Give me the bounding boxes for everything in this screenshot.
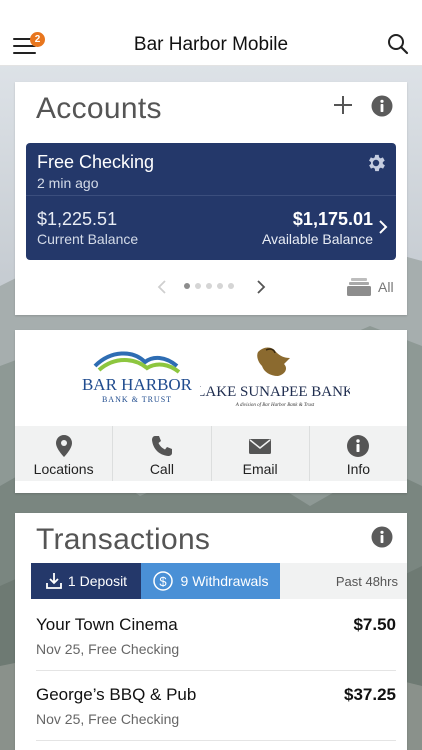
chevron-right-icon[interactable] [378,219,388,235]
call-label: Call [149,461,174,477]
divider [26,195,396,196]
tab-withdrawals-label: 9 Withdrawals [180,573,269,589]
pager-next-button[interactable] [255,279,267,295]
all-accounts-label: All [378,279,394,295]
email-button[interactable]: Email [212,426,310,481]
tab-withdrawals[interactable]: $ 9 Withdrawals [141,563,280,599]
accounts-title: Accounts [36,92,162,125]
account-tile-free-checking[interactable]: Free Checking 2 min ago $1,225.51 Curren… [26,143,396,260]
svg-text:BANK & TRUST: BANK & TRUST [102,395,172,404]
contact-row: Locations Call Email Info [15,426,407,481]
svg-text:$: $ [159,574,167,589]
download-tray-icon [46,573,62,589]
call-button[interactable]: Call [113,426,212,481]
pager-dot[interactable] [184,283,190,289]
dollar-circle-icon: $ [152,571,173,591]
transactions-info-button[interactable] [371,526,393,548]
stacked-cards-icon [347,278,371,296]
phone-icon [151,436,172,456]
transactions-card: Transactions 1 Deposit $ 9 Withdrawals P… [15,513,407,750]
accounts-info-button[interactable] [371,95,393,117]
account-updated-time: 2 min ago [37,175,99,191]
app-title: Bar Harbor Mobile [133,34,289,55]
chevron-right-icon [257,280,266,294]
transaction-name: Your Town Cinema [36,615,178,634]
search-icon [388,34,409,55]
tab-deposits[interactable]: 1 Deposit [31,563,141,599]
info-icon [371,95,393,117]
search-button[interactable] [386,32,410,56]
info-icon [371,526,393,548]
svg-text:BAR HARBOR: BAR HARBOR [82,375,193,394]
pager-dot[interactable] [206,283,212,289]
info-icon [347,435,370,457]
app-header: 2 Bar Harbor Mobile [0,0,422,66]
transaction-row[interactable]: George’s BBQ & Pub $37.25 Nov 25, Free C… [15,671,407,741]
bar-harbor-bank-logo: BAR HARBOR BANK & TRUST [82,351,193,404]
available-balance-label: Available Balance [261,231,373,247]
tab-deposits-label: 1 Deposit [67,573,128,589]
transaction-name: George’s BBQ & Pub [36,685,197,704]
gear-icon [369,154,385,172]
divider [36,740,396,741]
transaction-filter-tabs: 1 Deposit $ 9 Withdrawals Past 48hrs [31,563,407,599]
chevron-left-icon [157,280,166,294]
account-name: Free Checking [37,152,155,172]
svg-text:LAKE SUNAPEE BANK: LAKE SUNAPEE BANK [200,384,350,400]
pager-previous-button[interactable] [156,279,168,295]
transactions-title: Transactions [36,523,211,556]
lake-sunapee-bank-logo: LAKE SUNAPEE BANK A division of Bar Harb… [200,347,350,408]
pager-dot[interactable] [228,283,234,289]
pager-dots [184,283,234,291]
transaction-detail: Nov 25, Free Checking [36,711,180,727]
locations-button[interactable]: Locations [15,426,114,481]
current-balance-amount: $1,225.51 [37,209,118,229]
envelope-icon [249,439,272,454]
add-account-button[interactable] [331,93,355,117]
current-balance-label: Current Balance [37,231,139,247]
transaction-amount: $37.25 [344,685,396,704]
svg-text:A division of Bar Harbor Bank: A division of Bar Harbor Bank & Trust [235,403,315,408]
locations-label: Locations [33,461,94,477]
account-settings-button[interactable] [365,152,387,174]
plus-icon [334,96,352,114]
info-button[interactable]: Info [310,426,407,481]
all-accounts-button[interactable]: All [347,277,394,297]
available-balance-amount: $1,175.01 [292,209,373,229]
bank-card: BAR HARBOR BANK & TRUST LAKE SUNAPEE BAN… [15,330,407,493]
map-pin-icon [55,435,72,457]
period-filter: Past 48hrs [280,563,407,599]
transaction-row[interactable]: Your Town Cinema $7.50 Nov 25, Free Chec… [15,601,407,671]
account-tile-header: Free Checking 2 min ago [26,143,396,195]
email-label: Email [242,461,278,477]
transaction-amount: $7.50 [353,615,396,634]
accounts-card: Accounts Free Checking 2 min ago $1,225.… [15,82,407,315]
pager-dot[interactable] [217,283,223,289]
info-label: Info [346,461,371,477]
transaction-detail: Nov 25, Free Checking [36,641,180,657]
pager-dot[interactable] [195,283,201,289]
period-label: Past 48hrs [335,574,398,589]
